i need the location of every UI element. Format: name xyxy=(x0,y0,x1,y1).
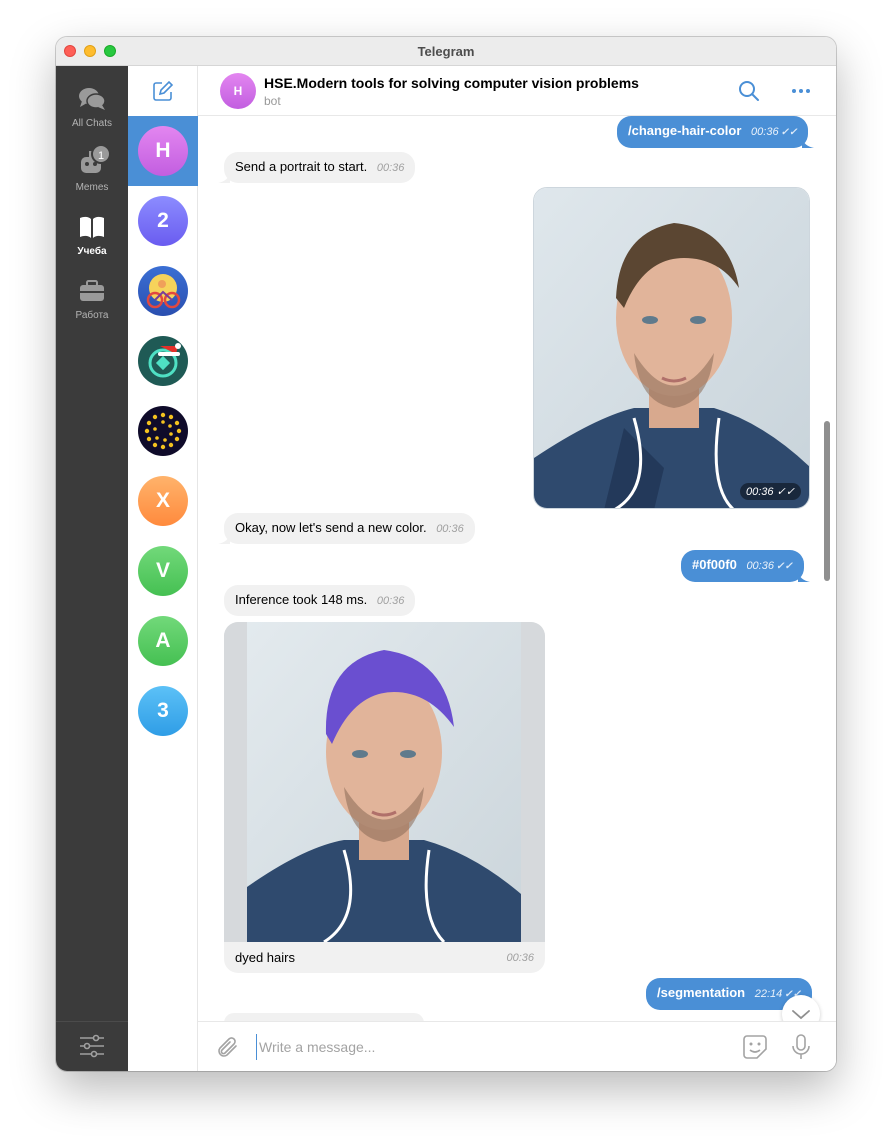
avatar: X xyxy=(138,476,188,526)
folder-all-chats[interactable]: All Chats xyxy=(56,84,128,129)
message-text: #0f00f0 xyxy=(692,557,737,572)
photo-caption: dyed hairs xyxy=(235,950,295,965)
folder-label: Учеба xyxy=(77,246,107,257)
folder-sidebar: All Chats 1 Memes Учеба Работа xyxy=(56,66,128,1071)
read-ticks-icon: ✓✓ xyxy=(780,127,798,138)
message-time: 00:36 xyxy=(746,560,774,572)
folder-label: Работа xyxy=(75,310,109,321)
bicycle-moon-avatar xyxy=(138,266,188,316)
photo-time: 00:36 ✓✓ xyxy=(739,483,801,500)
message-time: 00:36 xyxy=(376,162,405,174)
robot-icon: 1 xyxy=(77,144,111,178)
microphone-icon[interactable] xyxy=(790,1033,812,1061)
folder-ucheba[interactable]: Учеба xyxy=(56,212,128,257)
book-icon xyxy=(77,212,107,242)
telegram-window: Telegram All Chats 1 Memes Учеба Работа … xyxy=(56,37,836,1071)
chat-title[interactable]: HSE.Modern tools for solving computer vi… xyxy=(264,75,639,91)
folder-rabota[interactable]: Работа xyxy=(56,276,128,321)
avatar: V xyxy=(138,546,188,596)
scrollbar[interactable] xyxy=(824,421,830,581)
message-composer xyxy=(198,1021,836,1071)
chat-item[interactable] xyxy=(128,326,198,396)
settings-sliders-icon[interactable] xyxy=(78,1032,106,1060)
message-time: 00:36 xyxy=(436,523,464,535)
paperclip-icon[interactable] xyxy=(216,1035,240,1059)
divider xyxy=(56,1021,128,1022)
outgoing-message[interactable]: /change-hair-color 00:36 ✓✓ xyxy=(617,116,815,148)
dotted-ring-avatar xyxy=(138,406,188,456)
unread-badge: 1 xyxy=(91,144,111,164)
incoming-message[interactable]: Inference took 148 ms. 00:36 xyxy=(224,585,416,616)
chat-item[interactable] xyxy=(128,396,198,466)
message-time: 00:36 xyxy=(751,126,779,138)
sticker-icon[interactable] xyxy=(742,1034,768,1060)
folder-memes[interactable]: 1 Memes xyxy=(56,144,128,193)
search-icon[interactable] xyxy=(738,80,760,102)
outgoing-message[interactable]: #0f00f0 00:36 ✓✓ xyxy=(681,550,810,582)
chat-item[interactable] xyxy=(128,256,198,326)
teal-santa-avatar xyxy=(138,336,188,386)
incoming-message-partial xyxy=(224,1013,424,1021)
bubble-tail xyxy=(797,572,810,582)
folder-label: All Chats xyxy=(71,118,112,129)
message-text: Okay, now let's send a new color. xyxy=(235,520,427,535)
title-bar: Telegram xyxy=(56,37,836,66)
avatar: A xyxy=(138,616,188,666)
dyed-portrait-image xyxy=(224,622,545,942)
message-text: /segmentation xyxy=(657,985,746,1000)
message-time: 00:36 xyxy=(376,595,405,607)
message-time: 22:14 xyxy=(754,988,783,1000)
chat-item[interactable]: H xyxy=(128,116,198,186)
chat-item[interactable]: 2 xyxy=(128,186,198,256)
avatar: 2 xyxy=(138,196,188,246)
chat-item[interactable]: V xyxy=(128,536,198,606)
portrait-photo[interactable]: 00:36 ✓✓ xyxy=(533,187,810,509)
dyed-portrait-photo[interactable] xyxy=(224,622,545,942)
chat-pane: H HSE.Modern tools for solving computer … xyxy=(198,66,836,1071)
chat-item[interactable]: A xyxy=(128,606,198,676)
window-title: Telegram xyxy=(417,44,475,59)
dyed-photo-message[interactable]: dyed hairs 00:36 xyxy=(224,622,545,973)
incoming-message[interactable]: Okay, now let's send a new color. 00:36 xyxy=(218,513,475,544)
message-text: /change-hair-color xyxy=(628,123,742,138)
avatar: 3 xyxy=(138,686,188,736)
chat-subtitle: bot xyxy=(264,94,281,108)
chat-avatar[interactable]: H xyxy=(220,73,256,109)
more-options-icon[interactable] xyxy=(790,80,812,102)
avatar: H xyxy=(138,126,188,176)
message-input[interactable] xyxy=(256,1034,716,1060)
bubble-tail xyxy=(218,173,230,183)
message-list[interactable]: /change-hair-color 00:36 ✓✓ Send a portra… xyxy=(198,116,836,1021)
message-text: Inference took 148 ms. xyxy=(235,592,368,607)
message-text: Send a portrait to start. xyxy=(235,159,368,174)
read-ticks-icon: ✓✓ xyxy=(775,561,793,572)
compose-icon[interactable] xyxy=(152,80,174,102)
message-time: 00:36 xyxy=(506,952,534,964)
bubble-tail xyxy=(802,138,815,148)
bubble-tail xyxy=(218,534,230,544)
incoming-message[interactable]: Send a portrait to start. 00:36 xyxy=(218,152,416,183)
folder-label: Memes xyxy=(75,182,109,193)
chats-icon xyxy=(77,84,107,114)
chat-header[interactable]: H HSE.Modern tools for solving computer … xyxy=(198,66,836,116)
portrait-image xyxy=(534,188,809,508)
briefcase-icon xyxy=(77,276,107,306)
chat-item[interactable]: X xyxy=(128,466,198,536)
chat-list: H 2 X V A 3 xyxy=(128,66,198,1071)
chat-item[interactable]: 3 xyxy=(128,676,198,746)
